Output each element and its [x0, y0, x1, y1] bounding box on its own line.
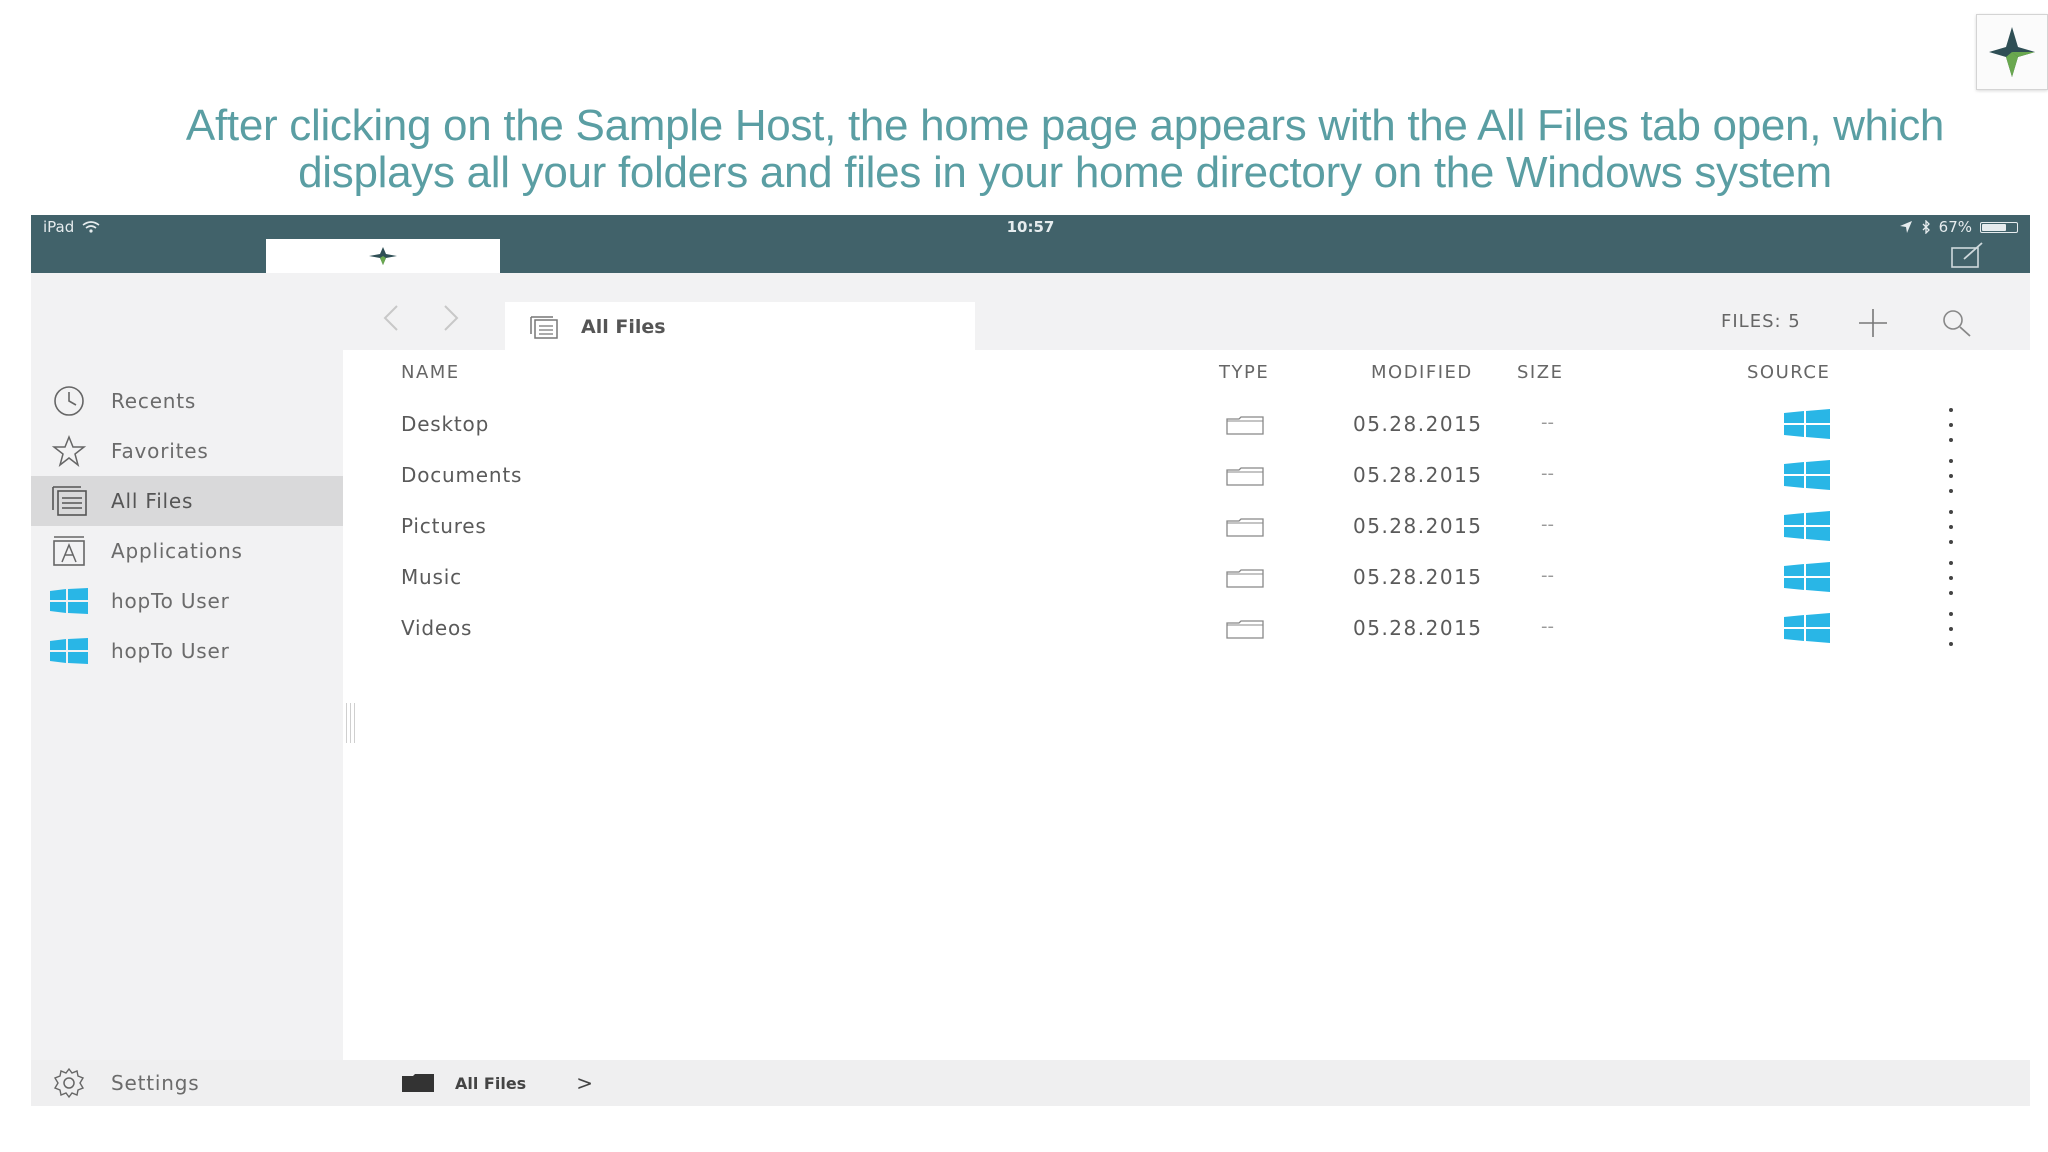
plus-icon	[1859, 309, 1887, 337]
file-size: --	[1541, 412, 1554, 433]
file-size: --	[1541, 565, 1554, 586]
file-size: --	[1541, 463, 1554, 484]
file-name: Documents	[401, 463, 523, 487]
back-button[interactable]	[376, 303, 406, 333]
star-icon	[49, 431, 89, 471]
sidebar: Recents Favorites All Files Applications…	[31, 350, 343, 1060]
sidebar-item-recents[interactable]: Recents	[31, 376, 343, 426]
file-size: --	[1541, 514, 1554, 535]
windows-icon	[1784, 511, 1830, 541]
windows-icon	[1784, 562, 1830, 592]
more-options-icon[interactable]	[1941, 459, 1961, 493]
sidebar-item-hopto-user-1[interactable]: hopTo User	[31, 576, 343, 626]
caption-line-1: After clicking on the Sample Host, the h…	[185, 101, 1945, 150]
compose-button[interactable]	[1950, 241, 1986, 269]
tab-all-files[interactable]: All Files	[505, 302, 975, 352]
windows-icon	[1784, 460, 1830, 490]
folder-icon	[1226, 467, 1264, 486]
sidebar-item-hopto-user-2[interactable]: hopTo User	[31, 626, 343, 676]
battery-percent: 67%	[1938, 218, 1972, 236]
sidebar-item-label: All Files	[111, 489, 194, 513]
sidebar-item-label: Applications	[111, 539, 243, 563]
file-modified: 05.28.2015	[1353, 463, 1483, 487]
settings-label: Settings	[111, 1071, 200, 1095]
caption-line-2: displays all your folders and files in y…	[298, 148, 1832, 197]
column-header-modified[interactable]: MODIFIED	[1371, 362, 1473, 383]
forward-button[interactable]	[436, 303, 466, 333]
folder-icon	[402, 1074, 434, 1092]
sidebar-item-label: Favorites	[111, 439, 209, 463]
column-header-size[interactable]: SIZE	[1517, 362, 1563, 383]
file-name: Pictures	[401, 514, 487, 538]
column-header-type[interactable]: TYPE	[1219, 362, 1269, 383]
breadcrumb: All Files >	[401, 1060, 593, 1106]
status-bar: iPad 10:57 67%	[31, 215, 2030, 273]
battery-icon	[1980, 221, 2018, 233]
slide-caption: After clicking on the Sample Host, the h…	[100, 102, 2030, 196]
app-tab-hopto[interactable]	[266, 239, 500, 273]
sidebar-item-label: Recents	[111, 389, 197, 413]
clock-icon	[49, 381, 89, 421]
sidebar-item-label: hopTo User	[111, 639, 230, 663]
file-size: --	[1541, 616, 1554, 637]
compose-icon	[1951, 242, 1983, 268]
battery-level	[1982, 223, 2007, 231]
table-row[interactable]: Pictures 05.28.2015 --	[343, 502, 2030, 553]
breadcrumb-item[interactable]: All Files	[455, 1074, 526, 1093]
location-arrow-icon	[1899, 221, 1912, 233]
folder-icon	[1226, 569, 1264, 588]
file-name: Music	[401, 565, 462, 589]
sidebar-item-all-files[interactable]: All Files	[31, 476, 343, 526]
bottom-bar: Settings All Files >	[31, 1060, 2030, 1106]
file-modified: 05.28.2015	[1353, 514, 1483, 538]
file-name: Videos	[401, 616, 473, 640]
gear-icon	[53, 1067, 85, 1099]
more-options-icon[interactable]	[1941, 510, 1961, 544]
windows-icon	[49, 581, 89, 621]
folder-icon	[1226, 620, 1264, 639]
status-time: 10:57	[1006, 218, 1055, 236]
all-files-icon	[49, 481, 89, 521]
ipad-screen: iPad 10:57 67% All Files FILES: 5 Recent…	[31, 215, 2030, 1106]
file-list: NAME TYPE MODIFIED SIZE SOURCE Desktop 0…	[343, 350, 2030, 1068]
more-options-icon[interactable]	[1941, 561, 1961, 595]
chevron-right-icon	[444, 305, 459, 331]
windows-icon	[1784, 409, 1830, 439]
windows-icon	[1784, 613, 1830, 643]
hopto-tab-icon	[369, 247, 397, 265]
file-modified: 05.28.2015	[1353, 616, 1483, 640]
sidebar-item-favorites[interactable]: Favorites	[31, 426, 343, 476]
table-row[interactable]: Desktop 05.28.2015 --	[343, 400, 2030, 451]
sidebar-item-applications[interactable]: Applications	[31, 526, 343, 576]
hopto-logo-icon	[1989, 27, 2035, 77]
hopto-logo	[1976, 14, 2048, 90]
resize-handle[interactable]	[343, 703, 357, 743]
table-row[interactable]: Music 05.28.2015 --	[343, 553, 2030, 604]
sidebar-item-settings[interactable]: Settings	[49, 1060, 199, 1106]
all-files-tab-icon	[530, 316, 558, 339]
files-count: FILES: 5	[1721, 311, 1801, 332]
table-row[interactable]: Documents 05.28.2015 --	[343, 451, 2030, 502]
column-header-name[interactable]: NAME	[401, 362, 460, 383]
search-icon	[1943, 310, 1971, 337]
file-modified: 05.28.2015	[1353, 565, 1483, 589]
folder-icon	[1226, 518, 1264, 537]
folder-icon	[1226, 416, 1264, 435]
more-options-icon[interactable]	[1941, 408, 1961, 442]
windows-icon	[49, 631, 89, 671]
sidebar-item-label: hopTo User	[111, 589, 230, 613]
chevron-right-icon: >	[576, 1071, 593, 1095]
file-modified: 05.28.2015	[1353, 412, 1483, 436]
more-options-icon[interactable]	[1941, 612, 1961, 646]
column-header-source[interactable]: SOURCE	[1747, 362, 1830, 383]
add-button[interactable]	[1853, 303, 1893, 343]
bluetooth-icon	[1922, 220, 1930, 234]
search-button[interactable]	[1936, 303, 1976, 343]
chevron-left-icon	[383, 305, 398, 331]
tab-all-files-label: All Files	[581, 316, 666, 338]
applications-icon	[49, 531, 89, 571]
file-name: Desktop	[401, 412, 490, 436]
table-row[interactable]: Videos 05.28.2015 --	[343, 604, 2030, 655]
